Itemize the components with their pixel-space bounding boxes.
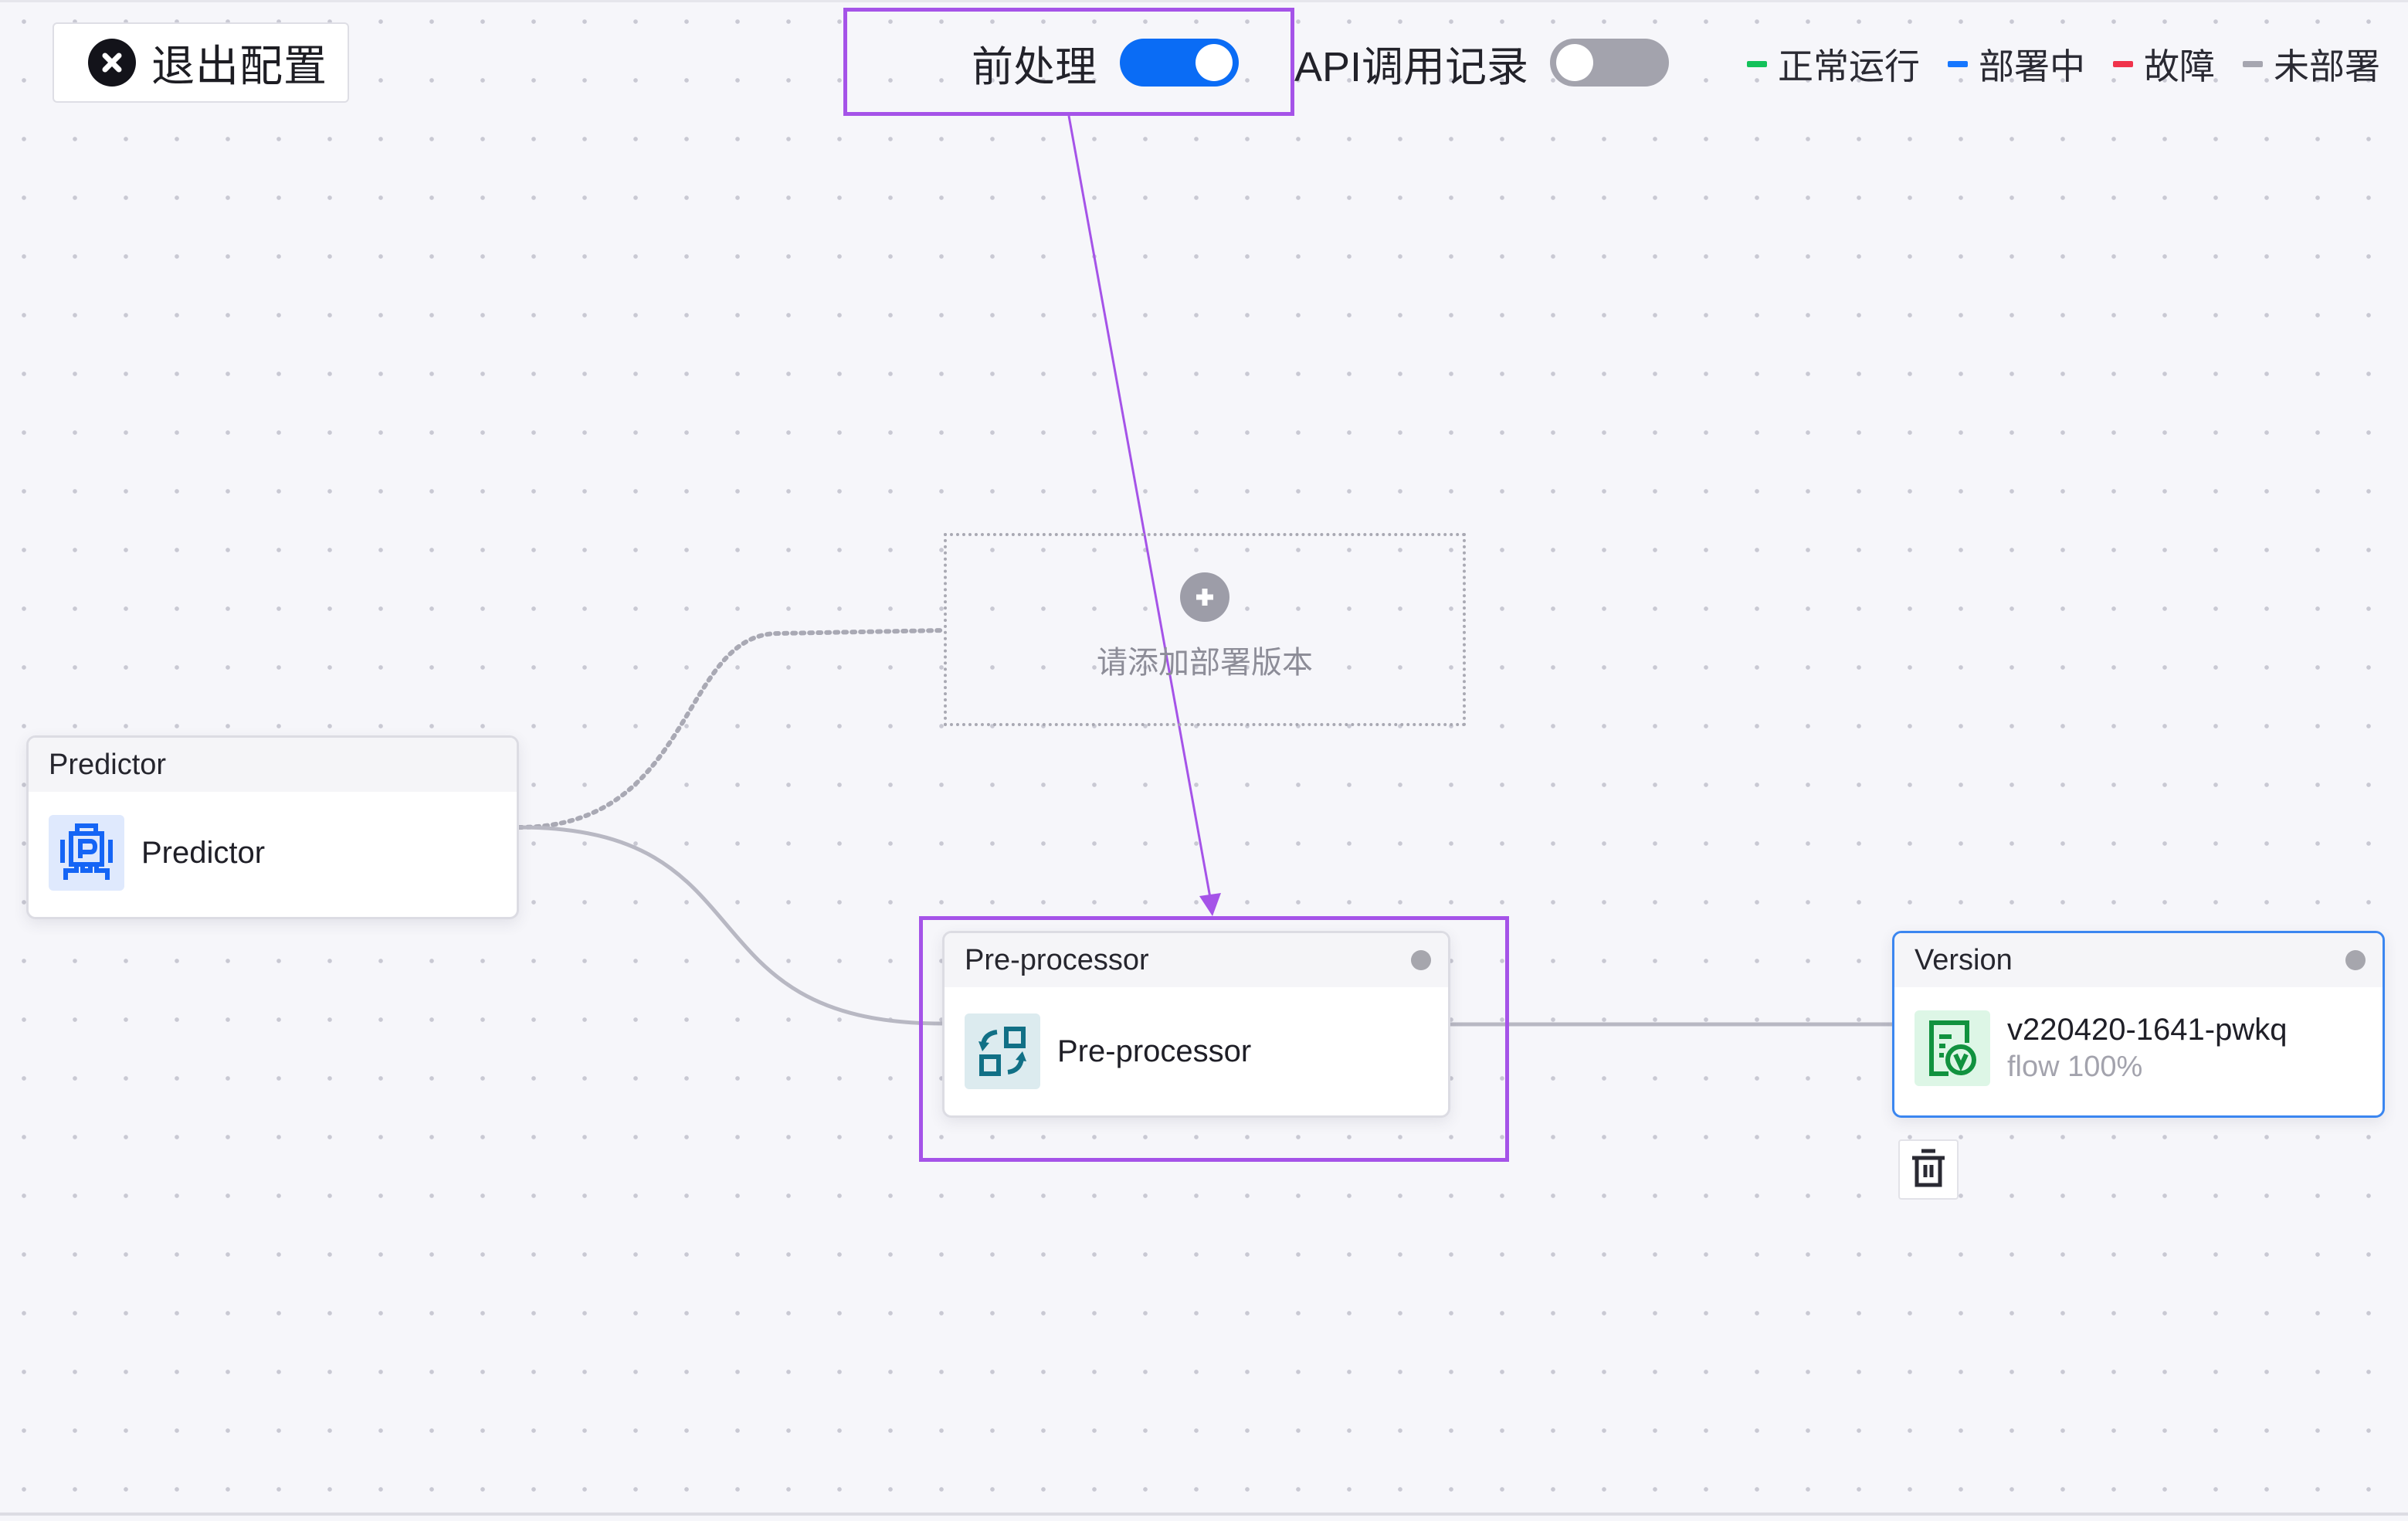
status-dot (2345, 950, 2366, 970)
legend-item-running: 正常运行 (1747, 39, 1920, 90)
plus-circle-icon (1180, 572, 1229, 622)
annotation-arrow-head (1199, 893, 1221, 916)
node-header: Pre-processor (945, 933, 1448, 987)
preprocess-toggle-group: 前处理 (972, 31, 1239, 94)
add-deploy-version-placeholder[interactable]: 请添加部署版本 (944, 533, 1466, 726)
node-body: Predictor (29, 792, 517, 914)
legend-swatch (1747, 61, 1767, 67)
version-node[interactable]: Version v220420-1641-pwkq flow 100% (1892, 931, 2385, 1118)
top-border (0, 0, 2408, 2)
node-title: Version (1915, 943, 2013, 976)
node-name: Predictor (141, 835, 266, 870)
node-name: Pre-processor (1057, 1034, 1252, 1068)
node-header: Version (1894, 933, 2383, 987)
trash-icon (1911, 1148, 1946, 1192)
version-name: v220420-1641-pwkq (2007, 1013, 2288, 1047)
placeholder-text: 请添加部署版本 (1097, 646, 1313, 680)
preprocessor-node[interactable]: Pre-processor Pre-processor (942, 931, 1450, 1118)
status-dot (1411, 950, 1431, 970)
toggle-knob (1556, 44, 1594, 81)
legend-swatch (2113, 61, 2133, 67)
legend-item-deploying: 部署中 (1948, 39, 2085, 90)
preprocessor-icon (965, 1013, 1040, 1089)
api-log-toggle-label: API调用记录 (1294, 43, 1529, 90)
predictor-icon (49, 815, 124, 891)
legend-item-undeployed: 未部署 (2243, 39, 2380, 90)
annotation-arrow-line (1067, 115, 1212, 898)
status-legend: 正常运行 部署中 故障 未部署 (1747, 39, 2380, 90)
node-body: Pre-processor (945, 987, 1448, 1112)
legend-label: 正常运行 (1778, 46, 1920, 87)
legend-swatch (1948, 61, 1968, 67)
node-header: Predictor (29, 738, 517, 792)
version-icon (1915, 1010, 1990, 1086)
legend-swatch (2243, 61, 2263, 67)
api-log-toggle[interactable] (1550, 39, 1670, 87)
node-body: v220420-1641-pwkq flow 100% (1894, 987, 2383, 1109)
exit-config-button[interactable]: 退出配置 (53, 22, 349, 103)
edge-predictor-preprocessor (518, 825, 943, 1026)
legend-label: 未部署 (2274, 46, 2380, 87)
version-info: v220420-1641-pwkq flow 100% (2007, 1013, 2287, 1084)
canvas-bottom-fill (0, 1516, 2408, 1521)
api-log-toggle-group: API调用记录 (1294, 31, 1670, 94)
node-title: Predictor (49, 748, 167, 781)
predictor-node[interactable]: Predictor Predictor (26, 735, 519, 919)
legend-label: 故障 (2144, 46, 2215, 87)
version-flow: flow 100% (2007, 1051, 2143, 1083)
toggle-knob (1196, 44, 1233, 81)
close-circle-icon (88, 39, 136, 87)
exit-config-label: 退出配置 (151, 41, 327, 90)
preprocess-toggle-label: 前处理 (972, 43, 1097, 90)
node-title: Pre-processor (965, 943, 1149, 976)
delete-version-button[interactable] (1898, 1139, 1959, 1200)
edge-predictor-placeholder (517, 628, 946, 830)
legend-label: 部署中 (1979, 46, 2085, 87)
preprocess-toggle[interactable] (1120, 39, 1239, 87)
legend-item-fault: 故障 (2113, 39, 2215, 90)
